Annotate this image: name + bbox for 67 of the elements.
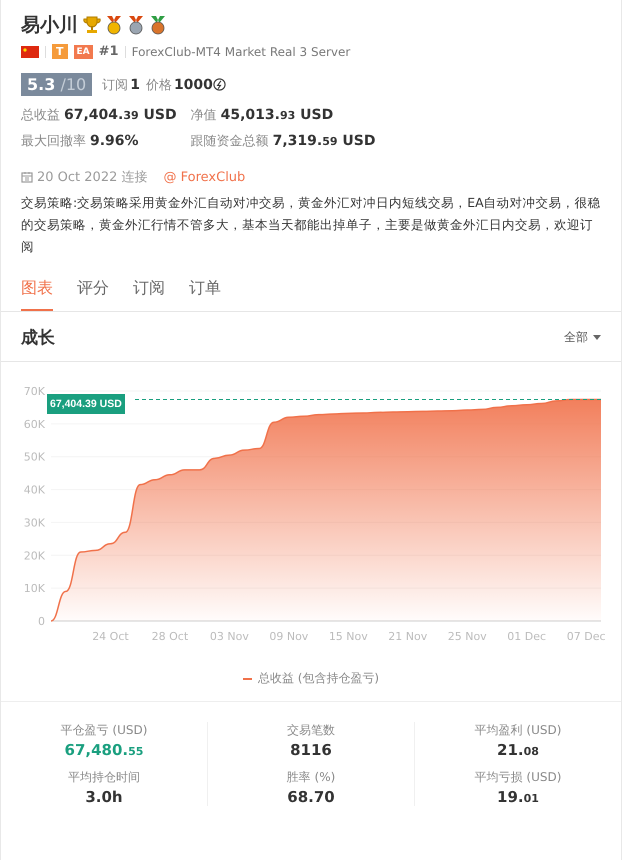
trophy-icon bbox=[82, 15, 102, 35]
flag-icon bbox=[21, 46, 39, 58]
tab[interactable]: 图表 bbox=[21, 278, 53, 311]
x-tick-label: 03 Nov bbox=[210, 630, 249, 643]
price-value: 1000 bbox=[174, 76, 213, 92]
x-tick-label: 24 Oct bbox=[92, 630, 129, 643]
stat-label: 平仓盈亏 (USD) bbox=[60, 722, 148, 739]
y-tick-label: 0 bbox=[38, 615, 45, 628]
stat-label: 胜率 (%) bbox=[286, 769, 336, 786]
stat-label: 平均持仓时间 bbox=[68, 769, 140, 786]
medal-icon bbox=[126, 15, 146, 35]
tab[interactable]: 评分 bbox=[77, 278, 109, 311]
stat-label: 平均亏损 (USD) bbox=[474, 769, 562, 786]
subscriptions-label: 订阅 bbox=[102, 76, 128, 94]
stat-label: 平均盈利 (USD) bbox=[474, 722, 562, 739]
metric-value: 45,013.93 USD bbox=[220, 107, 334, 123]
stat-value: 3.0h bbox=[85, 788, 123, 806]
legend-marker bbox=[242, 678, 252, 680]
stat-value: 19.01 bbox=[497, 788, 539, 806]
x-tick-label: 09 Nov bbox=[269, 630, 308, 643]
stat-label: 交易笔数 bbox=[287, 722, 335, 739]
metric-value: 67,404.39 USD bbox=[64, 107, 177, 123]
x-tick-label: 21 Nov bbox=[388, 630, 428, 643]
metric-label: 总收益 bbox=[21, 107, 60, 124]
price-label: 价格 bbox=[146, 76, 172, 94]
stat-value: 21.08 bbox=[497, 741, 539, 759]
y-tick-label: 20K bbox=[24, 549, 45, 562]
x-tick-label: 15 Nov bbox=[328, 630, 368, 643]
stat-value: 68.70 bbox=[287, 788, 335, 806]
tab[interactable]: 订阅 bbox=[133, 278, 165, 311]
subscriptions-count: 1 bbox=[130, 76, 140, 92]
x-tick-label: 25 Nov bbox=[448, 630, 487, 643]
section-title: 成长 bbox=[21, 327, 55, 349]
connected-date: 20 Oct 2022 连接 bbox=[37, 169, 148, 186]
rating-badge: 5.3 /10 bbox=[21, 73, 92, 96]
medal-icon bbox=[104, 15, 124, 35]
strategy-description: 交易策略:交易策略采用黄金外汇自动对冲交易，黄金外汇对冲日内短线交易，EA自动对冲交易，很稳的交易策略，黄金外汇行情不管多大，基本当天都能出掉单子，主要是做黄金外汇日内交易，欢迎订阅 bbox=[21, 194, 601, 256]
y-tick-label: 30K bbox=[24, 516, 45, 530]
range-dropdown[interactable]: 全部 bbox=[564, 329, 601, 346]
stat-value: 8116 bbox=[290, 741, 332, 759]
broker-link[interactable]: @ ForexClub bbox=[164, 170, 246, 184]
tab[interactable]: 订单 bbox=[189, 278, 221, 311]
x-tick-label: 28 Oct bbox=[152, 630, 188, 643]
stat-value: 67,480.55 bbox=[64, 741, 144, 759]
metric-label: 净值 bbox=[190, 107, 217, 124]
legend-label: 总收益 (包含持仓盈亏) bbox=[258, 670, 380, 687]
metric-label: 最大回撤率 bbox=[21, 133, 86, 150]
y-tick-label: 40K bbox=[24, 484, 45, 497]
medal-icon bbox=[148, 15, 168, 35]
rank: #1 bbox=[98, 44, 119, 59]
x-tick-label: 07 Dec bbox=[566, 630, 606, 643]
y-tick-label: 10K bbox=[24, 582, 45, 596]
metric-label: 跟随资金总额 bbox=[190, 133, 269, 150]
caret-icon bbox=[593, 335, 601, 340]
badge: EA bbox=[74, 44, 93, 58]
metric-value: 7,319.59 USD bbox=[272, 133, 376, 149]
trader-name: 易小川 bbox=[21, 13, 78, 38]
calendar-icon bbox=[21, 171, 33, 183]
server-name: ForexClub-MT4 Market Real 3 Server bbox=[132, 44, 350, 58]
value-tag: 67,404.39 USD bbox=[47, 394, 125, 414]
x-tick-label: 01 Dec bbox=[507, 630, 546, 643]
y-tick-label: 60K bbox=[24, 418, 45, 431]
coin-icon bbox=[212, 78, 226, 91]
metric-value: 9.96% bbox=[90, 133, 139, 149]
y-tick-label: 50K bbox=[24, 450, 45, 464]
badge: T bbox=[52, 44, 68, 59]
y-tick-label: 70K bbox=[24, 385, 45, 398]
